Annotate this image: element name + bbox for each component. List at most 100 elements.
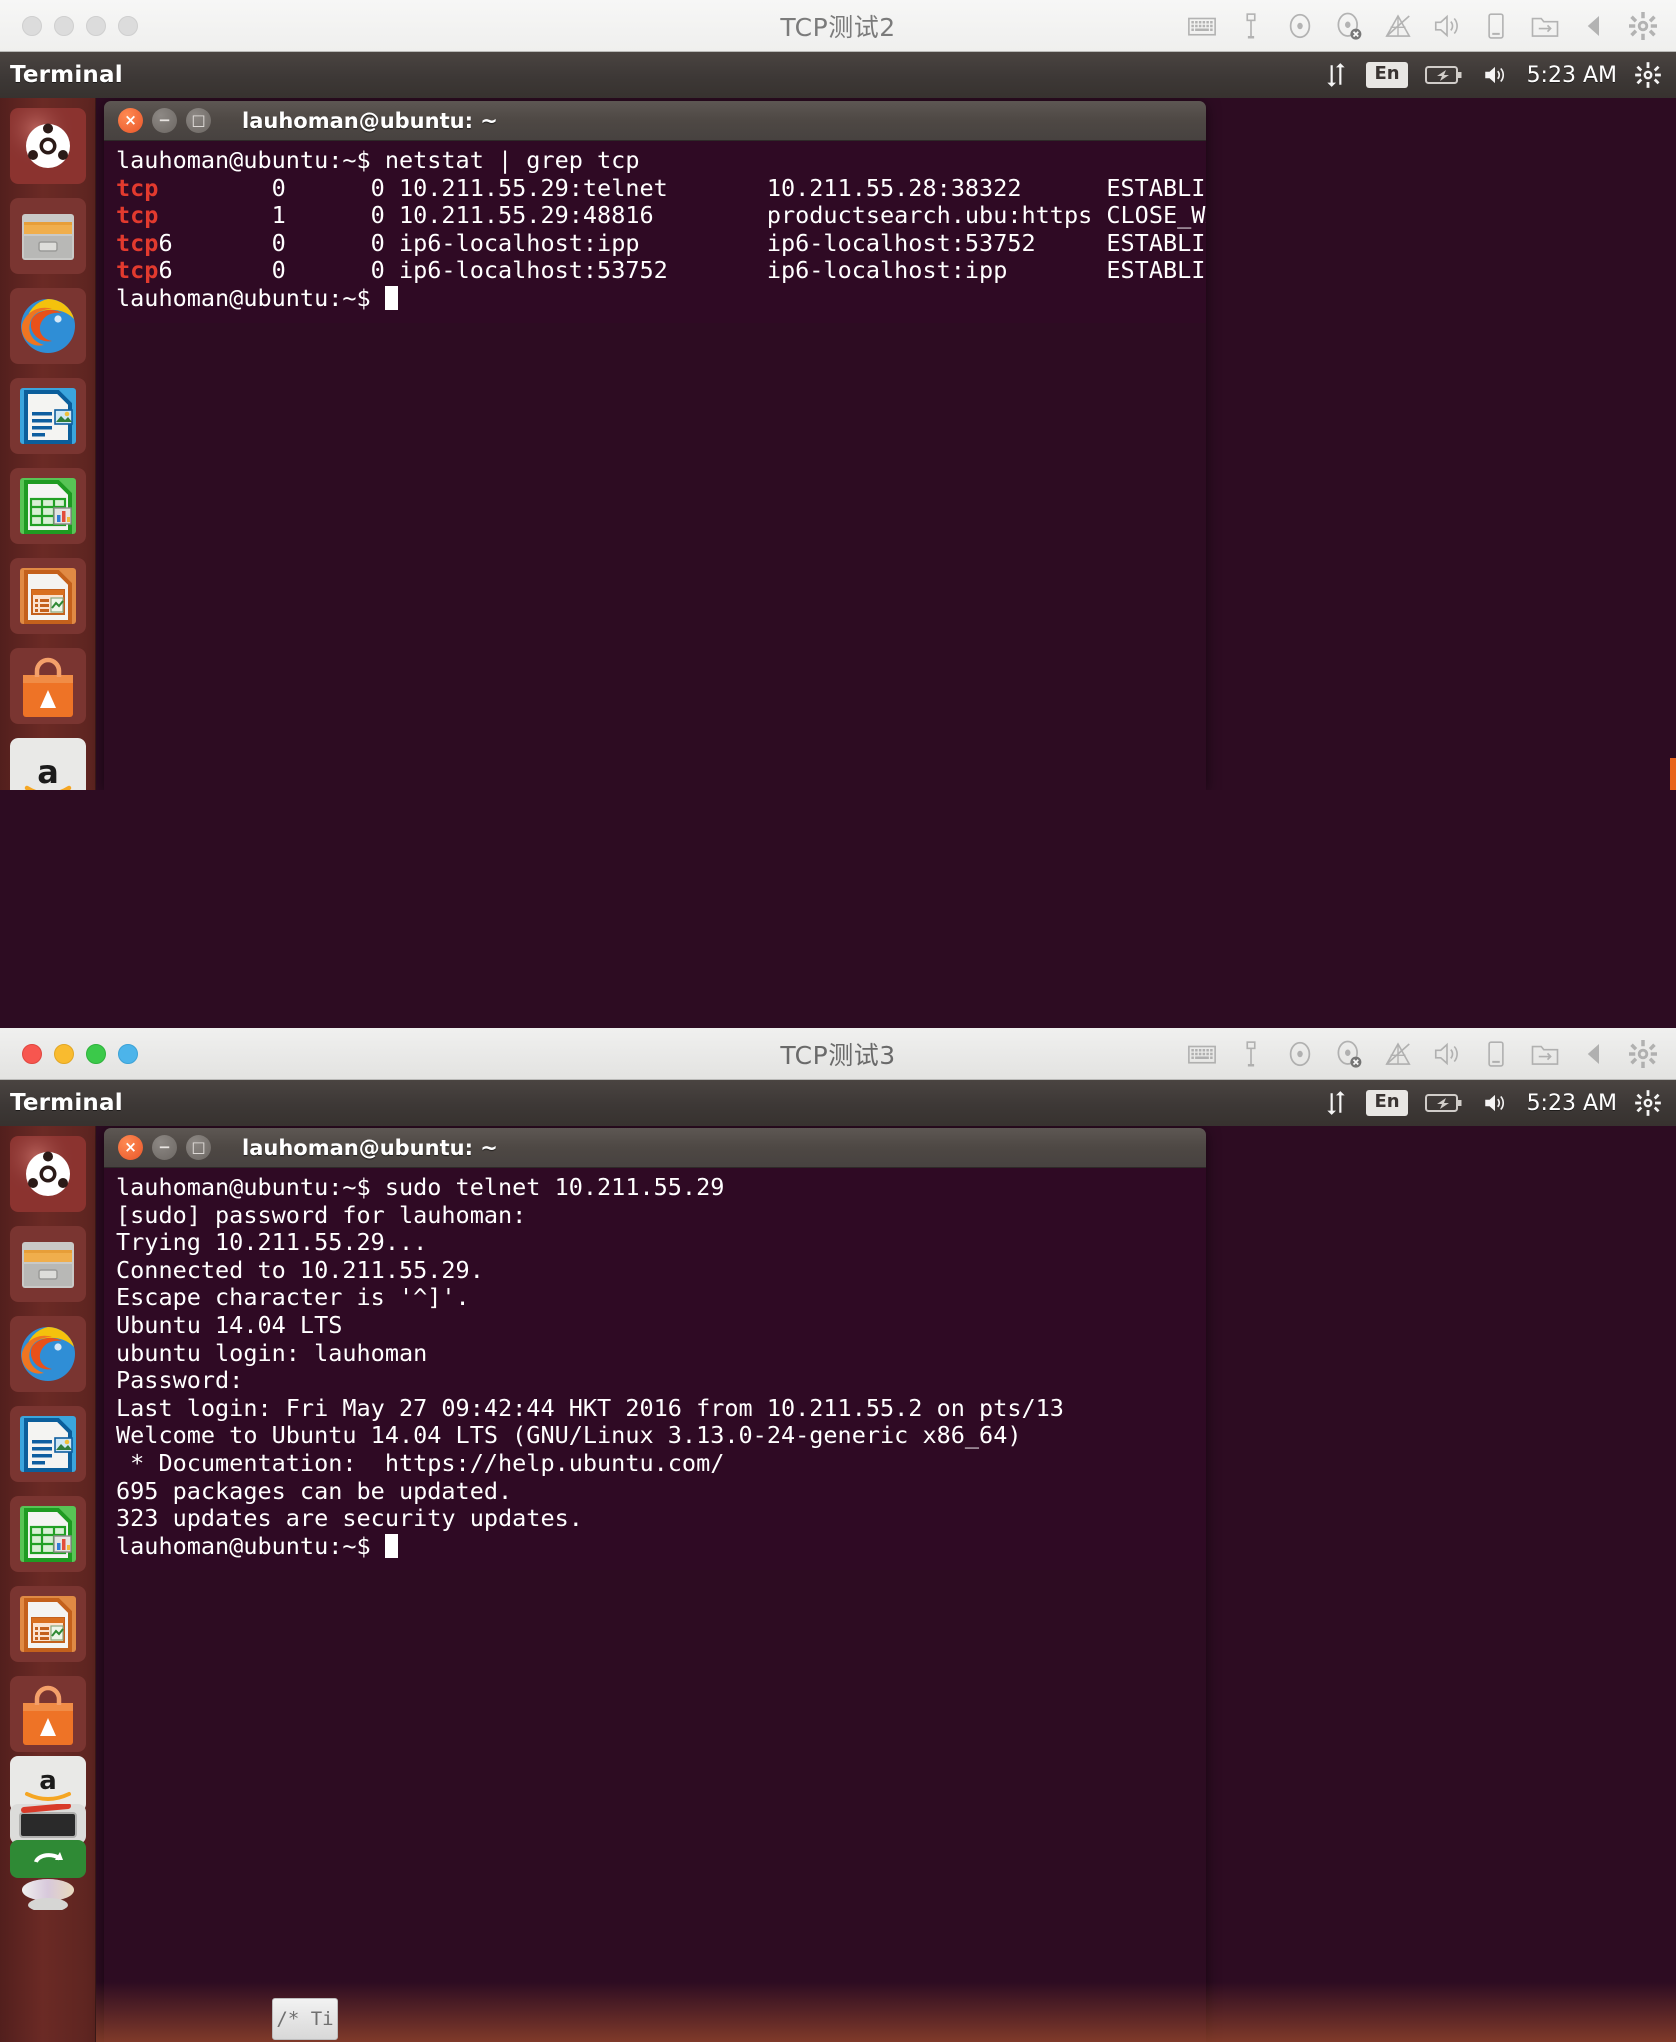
minimize-button[interactable]	[54, 15, 74, 36]
close-button[interactable]	[22, 15, 42, 36]
usb-icon[interactable]	[1236, 11, 1266, 41]
launcher-item-ubuntu-software-center[interactable]	[10, 648, 86, 724]
cd-drive-eject-icon[interactable]	[1334, 11, 1364, 41]
sound-icon[interactable]	[1432, 1039, 1462, 1069]
launcher-item-amazon[interactable]: a	[10, 738, 86, 790]
network-icon[interactable]	[1323, 62, 1349, 88]
sound-icon[interactable]	[1432, 11, 1462, 41]
gear-icon[interactable]	[1628, 11, 1658, 41]
parallels-toolbar-icons	[1187, 11, 1676, 41]
terminal-line: ubuntu login: lauhoman	[116, 1338, 1196, 1368]
launcher-item-libreoffice-calc[interactable]	[10, 468, 86, 544]
launcher-item-workspace-switcher[interactable]	[10, 1840, 86, 1878]
session-gear-icon[interactable]	[1634, 1089, 1662, 1117]
gnome-terminal-titlebar[interactable]: × − □ lauhoman@ubuntu: ~	[104, 1128, 1206, 1168]
cd-drive-icon[interactable]	[1285, 11, 1315, 41]
window-traffic-lights-inactive[interactable]	[0, 15, 138, 36]
terminal-line: Welcome to Ubuntu 14.04 LTS (GNU/Linux 3…	[116, 1422, 1196, 1450]
mac-dock-window-thumbnail[interactable]: /* Ti	[272, 1998, 338, 2040]
terminal-minimize-button[interactable]: −	[152, 108, 177, 133]
launcher-item-ubuntu-dash[interactable]	[10, 1136, 86, 1212]
terminal-line: Password:	[116, 1366, 1196, 1395]
network-disconnected-icon[interactable]	[1383, 1039, 1413, 1069]
clock[interactable]: 5:23 AM	[1527, 1091, 1617, 1116]
terminal-text: Ubuntu 14.04 LTS	[116, 1310, 343, 1339]
terminal-output-tcp2[interactable]: lauhoman@ubuntu:~$ netstat | grep tcp tcp…	[104, 141, 1206, 323]
keyboard-icon[interactable]	[1187, 1039, 1217, 1069]
launcher-item-libreoffice-impress[interactable]	[10, 1586, 86, 1662]
gear-icon[interactable]	[1628, 1039, 1658, 1069]
terminal-text: 6 0 0 ip6-localhost:ipp ip6-localhost:53…	[158, 228, 1206, 257]
unity-app-name[interactable]: Terminal	[10, 1090, 123, 1116]
close-button[interactable]	[22, 1043, 42, 1064]
terminal-text: 695 packages can be updated.	[116, 1476, 513, 1505]
terminal-text: Escape character is '^]'.	[116, 1283, 470, 1312]
terminal-line: [sudo] password for lauhoman:	[116, 1200, 1196, 1230]
parallels-window-tcp2: TCP测试2 Terminal En 5:23 AM a × − □ lauho…	[0, 0, 1676, 790]
ubuntu-desktop-tcp3: a × − □ lauhoman@ubuntu: ~ lauhoman@ubun…	[0, 1126, 1676, 2042]
back-arrow-icon[interactable]	[1579, 1039, 1609, 1069]
grep-match: tcp	[116, 173, 159, 202]
shared-folder-icon[interactable]	[1530, 1039, 1560, 1069]
network-icon[interactable]	[1323, 1090, 1349, 1116]
launcher-item-system-settings[interactable]	[10, 1804, 86, 1844]
parallels-titlebar-tcp2[interactable]: TCP测试2	[0, 0, 1676, 52]
session-gear-icon[interactable]	[1634, 61, 1662, 89]
usb-icon[interactable]	[1236, 1039, 1266, 1069]
launcher-item-libreoffice-writer[interactable]	[10, 378, 86, 454]
terminal-text: Welcome to Ubuntu 14.04 LTS (GNU/Linux 3…	[116, 1421, 1022, 1450]
fullscreen-button[interactable]	[118, 15, 138, 36]
launcher-item-trash[interactable]	[10, 1876, 86, 1910]
keyboard-layout-indicator[interactable]: En	[1366, 62, 1408, 88]
volume-icon[interactable]	[1480, 62, 1510, 88]
terminal-text: 323 updates are security updates.	[116, 1504, 583, 1533]
terminal-line: Last login: Fri May 27 09:42:44 HKT 2016…	[116, 1394, 1196, 1423]
parallels-titlebar-tcp3[interactable]: TCP测试3	[0, 1028, 1676, 1080]
terminal-line: lauhoman@ubuntu:~$	[116, 1532, 1196, 1561]
terminal-close-button[interactable]: ×	[118, 108, 143, 133]
fullscreen-button[interactable]	[118, 1043, 138, 1064]
launcher-item-firefox[interactable]	[10, 288, 86, 364]
terminal-maximize-button[interactable]: □	[186, 1135, 211, 1160]
launcher-item-libreoffice-calc[interactable]	[10, 1496, 86, 1572]
launcher-item-ubuntu-software-center[interactable]	[10, 1676, 86, 1752]
gnome-terminal-window-tcp2: × − □ lauhoman@ubuntu: ~ lauhoman@ubuntu…	[104, 101, 1206, 790]
battery-icon[interactable]	[1424, 1091, 1463, 1115]
terminal-minimize-button[interactable]: −	[152, 1135, 177, 1160]
minimize-button[interactable]	[54, 1043, 74, 1064]
keyboard-icon[interactable]	[1187, 11, 1217, 41]
unity-launcher-tcp3: a	[0, 1126, 96, 2042]
cd-drive-eject-icon[interactable]	[1334, 1039, 1364, 1069]
network-disconnected-icon[interactable]	[1383, 11, 1413, 41]
terminal-text: ubuntu login: lauhoman	[116, 1338, 428, 1367]
gnome-terminal-titlebar[interactable]: × − □ lauhoman@ubuntu: ~	[104, 101, 1206, 141]
terminal-close-button[interactable]: ×	[118, 1135, 143, 1160]
mobile-icon[interactable]	[1481, 1039, 1511, 1069]
terminal-text: [sudo] password for lauhoman:	[116, 1200, 527, 1229]
battery-icon[interactable]	[1424, 63, 1463, 87]
launcher-item-libreoffice-writer[interactable]	[10, 1406, 86, 1482]
terminal-text: lauhoman@ubuntu:~$	[116, 283, 385, 312]
clock[interactable]: 5:23 AM	[1527, 63, 1617, 88]
terminal-output-tcp3[interactable]: lauhoman@ubuntu:~$ sudo telnet 10.211.55…	[104, 1168, 1206, 1571]
back-arrow-icon[interactable]	[1579, 11, 1609, 41]
launcher-item-firefox[interactable]	[10, 1316, 86, 1392]
volume-icon[interactable]	[1480, 1090, 1510, 1116]
launcher-item-ubuntu-dash[interactable]	[10, 108, 86, 184]
launcher-item-files[interactable]	[10, 198, 86, 274]
terminal-line: * Documentation: https://help.ubuntu.com…	[116, 1449, 1196, 1478]
shared-folder-icon[interactable]	[1530, 11, 1560, 41]
svg-text:a: a	[37, 753, 59, 790]
cd-drive-icon[interactable]	[1285, 1039, 1315, 1069]
terminal-line: lauhoman@ubuntu:~$	[116, 283, 1196, 313]
keyboard-layout-indicator[interactable]: En	[1366, 1090, 1408, 1116]
mobile-icon[interactable]	[1481, 11, 1511, 41]
zoom-button[interactable]	[86, 1043, 106, 1064]
launcher-item-files[interactable]	[10, 1226, 86, 1302]
terminal-maximize-button[interactable]: □	[186, 108, 211, 133]
zoom-button[interactable]	[86, 15, 106, 36]
window-traffic-lights-active[interactable]	[0, 1043, 138, 1064]
unity-app-name[interactable]: Terminal	[10, 62, 123, 88]
launcher-item-libreoffice-impress[interactable]	[10, 558, 86, 634]
terminal-cursor	[384, 1533, 398, 1558]
